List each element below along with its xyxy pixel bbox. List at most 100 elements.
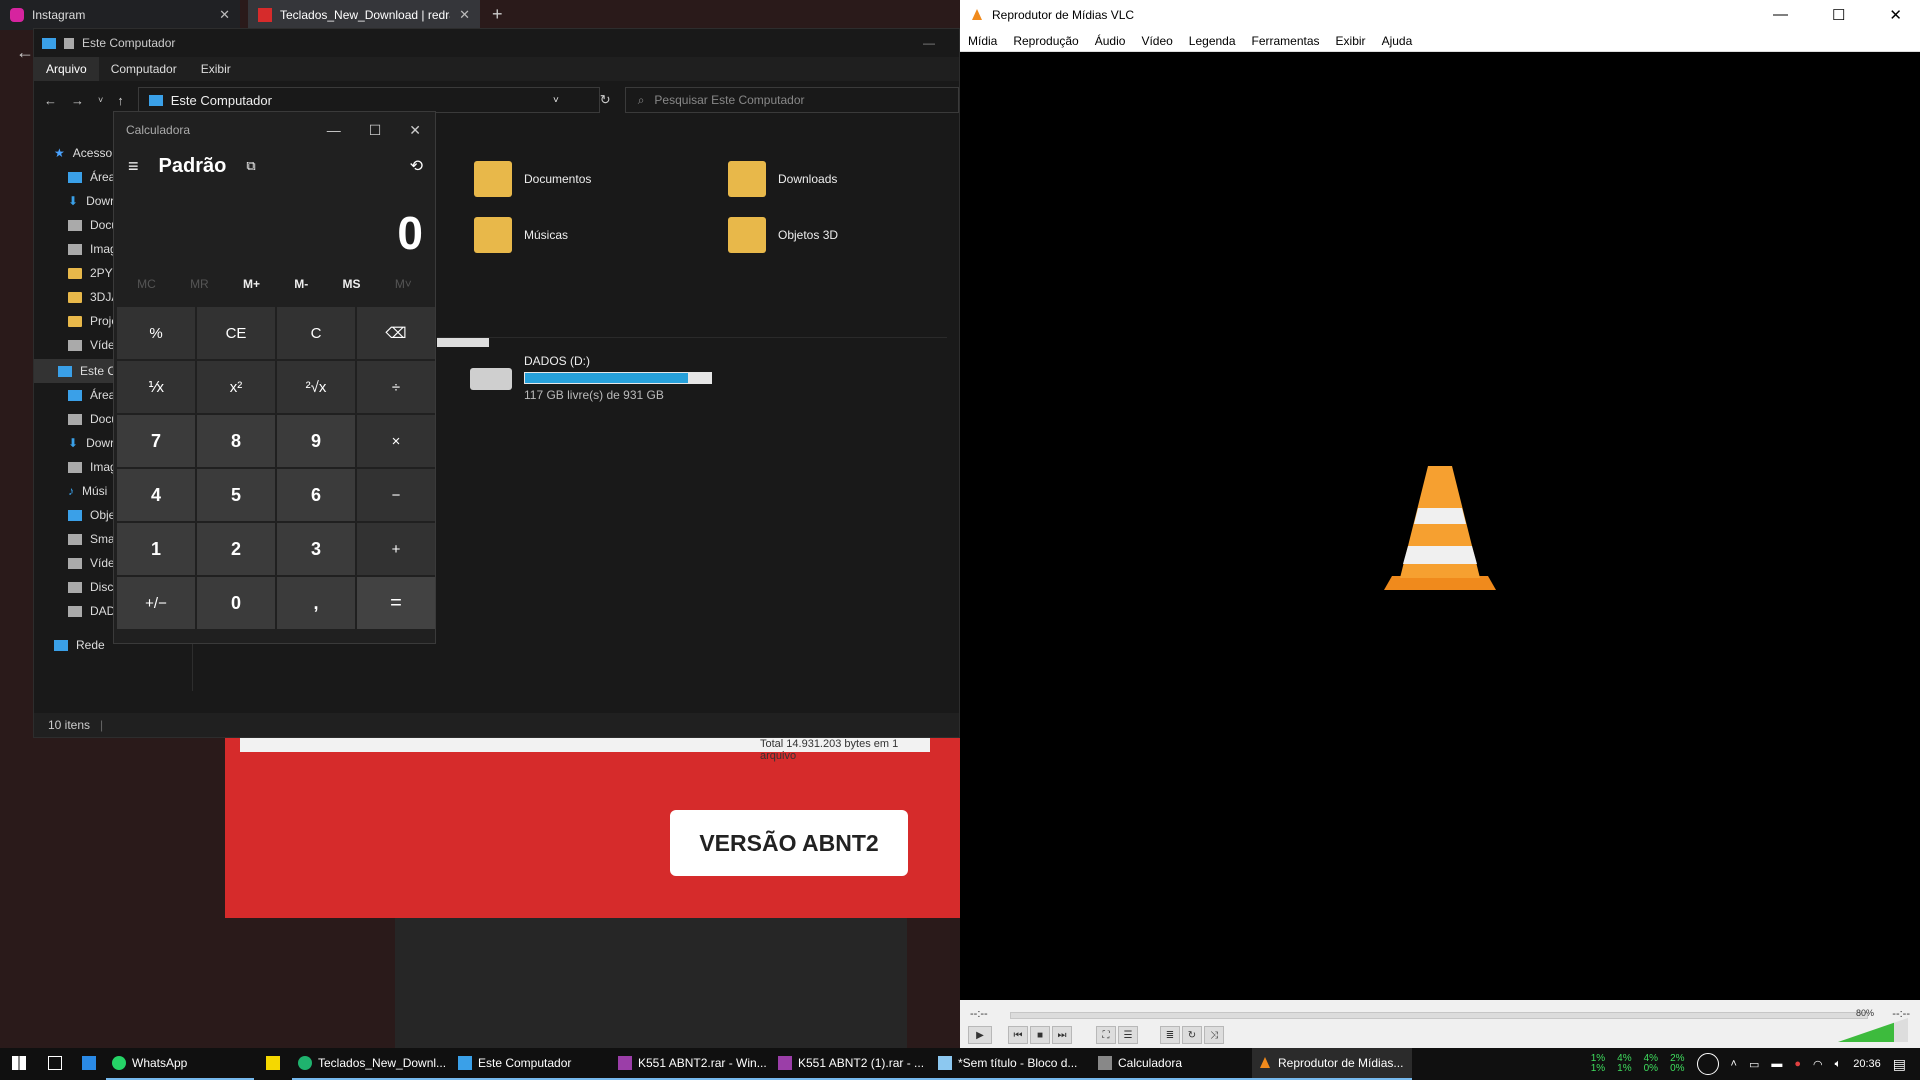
- new-tab-icon[interactable]: +: [492, 4, 503, 25]
- fullscreen-icon[interactable]: ⛶: [1096, 1026, 1116, 1044]
- tray-overflow-icon[interactable]: ˄: [1731, 1058, 1737, 1070]
- maximize-icon[interactable]: ☐: [1832, 6, 1845, 24]
- memory-subtract-button[interactable]: M-: [294, 277, 308, 291]
- digit-4-key[interactable]: 4: [117, 469, 195, 521]
- close-icon[interactable]: ✕: [409, 122, 421, 139]
- divide-key[interactable]: ÷: [357, 361, 435, 413]
- minimize-icon[interactable]: —: [923, 36, 959, 50]
- back-icon[interactable]: ←: [44, 93, 57, 108]
- folder-downloads[interactable]: Downloads: [728, 161, 837, 197]
- add-key[interactable]: +: [357, 523, 435, 575]
- shuffle-icon[interactable]: ⤨: [1204, 1026, 1224, 1044]
- folder-objetos-3d[interactable]: Objetos 3D: [728, 217, 838, 253]
- wifi-icon[interactable]: ◠: [1813, 1058, 1823, 1071]
- maximize-icon[interactable]: ☐: [369, 122, 382, 139]
- app-tray-icon[interactable]: ●: [1794, 1058, 1801, 1070]
- minimize-icon[interactable]: —: [1773, 6, 1788, 24]
- volume-icon[interactable]: 🔈︎: [1835, 1058, 1842, 1071]
- decimal-key[interactable]: ,: [277, 577, 355, 629]
- address-field[interactable]: Este Computador ˅: [137, 87, 600, 113]
- taskbar-item-vlc[interactable]: Reprodutor de Mídias...: [1252, 1048, 1412, 1080]
- taskbar-item-winrar[interactable]: K551 ABNT2.rar - Win...: [612, 1048, 772, 1080]
- memory-add-button[interactable]: M+: [243, 277, 260, 291]
- digit-8-key[interactable]: 8: [197, 415, 275, 467]
- play-icon[interactable]: ▶: [968, 1026, 992, 1044]
- browser-tab-teclados[interactable]: Teclados_New_Download | redra ✕: [248, 0, 480, 30]
- clear-entry-key[interactable]: CE: [197, 307, 275, 359]
- digit-2-key[interactable]: 2: [197, 523, 275, 575]
- recent-chevron-icon[interactable]: ˅: [98, 95, 103, 105]
- menu-midia[interactable]: Mídia: [960, 34, 1005, 48]
- cortana-icon[interactable]: [1696, 1053, 1719, 1075]
- digit-1-key[interactable]: 1: [117, 523, 195, 575]
- browser-tab-instagram[interactable]: Instagram ✕: [0, 0, 240, 30]
- dropdown-chevron-icon[interactable]: ˅: [553, 95, 599, 106]
- digit-3-key[interactable]: 3: [277, 523, 355, 575]
- menu-video[interactable]: Vídeo: [1133, 34, 1180, 48]
- taskbar-item-winrar-2[interactable]: K551 ABNT2 (1).rar - ...: [772, 1048, 932, 1080]
- backspace-key[interactable]: ⌫: [357, 307, 435, 359]
- close-tab-icon[interactable]: ✕: [219, 7, 230, 23]
- menu-exibir[interactable]: Exibir: [1328, 34, 1374, 48]
- negate-key[interactable]: +/−: [117, 577, 195, 629]
- square-key[interactable]: x²: [197, 361, 275, 413]
- menu-legenda[interactable]: Legenda: [1181, 34, 1244, 48]
- menu-audio[interactable]: Áudio: [1087, 34, 1134, 48]
- clear-key[interactable]: C: [277, 307, 355, 359]
- digit-9-key[interactable]: 9: [277, 415, 355, 467]
- previous-icon[interactable]: ⏮: [1008, 1026, 1028, 1044]
- digit-6-key[interactable]: 6: [277, 469, 355, 521]
- pinned-app[interactable]: [38, 1048, 72, 1080]
- versao-abnt2-button[interactable]: VERSÃO ABNT2: [670, 810, 908, 876]
- close-tab-icon[interactable]: ✕: [459, 7, 470, 23]
- refresh-icon[interactable]: ↻: [600, 92, 611, 108]
- hamburger-menu-icon[interactable]: ≡: [128, 156, 139, 177]
- clock[interactable]: 20:36: [1853, 1058, 1881, 1070]
- taskbar-item-calculator[interactable]: Calculadora: [1092, 1048, 1252, 1080]
- subtract-key[interactable]: −: [357, 469, 435, 521]
- ribbon-tab-arquivo[interactable]: Arquivo: [34, 57, 99, 81]
- taskbar-item-browser[interactable]: Teclados_New_Downl...: [292, 1048, 452, 1080]
- menu-reproducao[interactable]: Reprodução: [1005, 34, 1086, 48]
- seek-bar[interactable]: [1010, 1012, 1868, 1019]
- percent-key[interactable]: %: [117, 307, 195, 359]
- taskbar-item-notepad[interactable]: *Sem título - Bloco d...: [932, 1048, 1092, 1080]
- back-arrow-icon[interactable]: ←: [16, 42, 34, 63]
- notifications-icon[interactable]: ▤: [1893, 1056, 1906, 1073]
- ribbon-tab-computador[interactable]: Computador: [99, 57, 189, 81]
- properties-icon[interactable]: [64, 37, 74, 49]
- multiply-key[interactable]: ×: [357, 415, 435, 467]
- forward-icon[interactable]: →: [71, 93, 84, 108]
- volume-slider[interactable]: [1838, 1018, 1908, 1042]
- up-icon[interactable]: ↑: [117, 93, 124, 108]
- reciprocal-key[interactable]: ⅟x: [117, 361, 195, 413]
- device-icon[interactable]: ▭: [1749, 1058, 1759, 1071]
- digit-7-key[interactable]: 7: [117, 415, 195, 467]
- close-icon[interactable]: ✕: [1889, 6, 1902, 24]
- battery-icon[interactable]: ▬: [1771, 1058, 1782, 1070]
- folder-documentos[interactable]: Documentos: [474, 161, 591, 197]
- digit-0-key[interactable]: 0: [197, 577, 275, 629]
- playlist-icon[interactable]: ≣: [1160, 1026, 1180, 1044]
- folder-musicas[interactable]: Músicas: [474, 217, 568, 253]
- drive-dados[interactable]: DADOS (D:) 117 GB livre(s) de 931 GB: [470, 354, 712, 402]
- menu-ajuda[interactable]: Ajuda: [1374, 34, 1421, 48]
- start-button[interactable]: [0, 1048, 38, 1080]
- memory-store-button[interactable]: MS: [343, 277, 361, 291]
- taskbar-item-explorer[interactable]: Este Computador: [452, 1048, 612, 1080]
- pinned-app[interactable]: [72, 1048, 106, 1080]
- stop-icon[interactable]: ■: [1030, 1026, 1050, 1044]
- equals-key[interactable]: =: [357, 577, 435, 629]
- history-icon[interactable]: ⟲: [410, 156, 435, 176]
- minimize-icon[interactable]: —: [327, 122, 341, 139]
- next-icon[interactable]: ⏭: [1052, 1026, 1072, 1044]
- taskbar-item-whatsapp[interactable]: WhatsApp: [106, 1048, 254, 1080]
- keep-on-top-icon[interactable]: ⧉: [246, 158, 255, 174]
- ribbon-tab-exibir[interactable]: Exibir: [189, 57, 243, 81]
- search-field[interactable]: ⌕ Pesquisar Este Computador: [624, 87, 959, 113]
- loop-icon[interactable]: ↻: [1182, 1026, 1202, 1044]
- digit-5-key[interactable]: 5: [197, 469, 275, 521]
- pinned-app[interactable]: [254, 1048, 292, 1080]
- menu-ferramentas[interactable]: Ferramentas: [1244, 34, 1328, 48]
- extended-settings-icon[interactable]: ☰: [1118, 1026, 1138, 1044]
